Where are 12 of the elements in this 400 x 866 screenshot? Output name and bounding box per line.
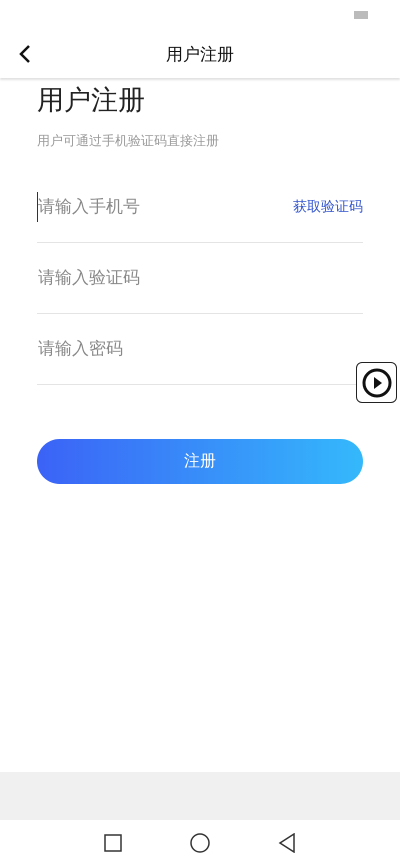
subtitle: 用户可通过手机验证码直接注册 [37, 133, 219, 150]
register-button[interactable]: 注册 [37, 439, 363, 484]
square-icon[interactable] [104, 834, 122, 852]
phone-field[interactable]: 请输入手机号 [37, 192, 293, 222]
play-button[interactable] [356, 362, 397, 403]
back-triangle-icon[interactable] [278, 833, 296, 853]
get-code-link[interactable]: 获取验证码 [293, 198, 363, 216]
page-title: 用户注册 [166, 44, 234, 66]
heading: 用户注册 [37, 84, 145, 118]
circle-icon[interactable] [190, 833, 210, 853]
password-field[interactable]: 请输入密码 [37, 334, 363, 364]
code-field[interactable]: 请输入验证码 [37, 263, 363, 293]
